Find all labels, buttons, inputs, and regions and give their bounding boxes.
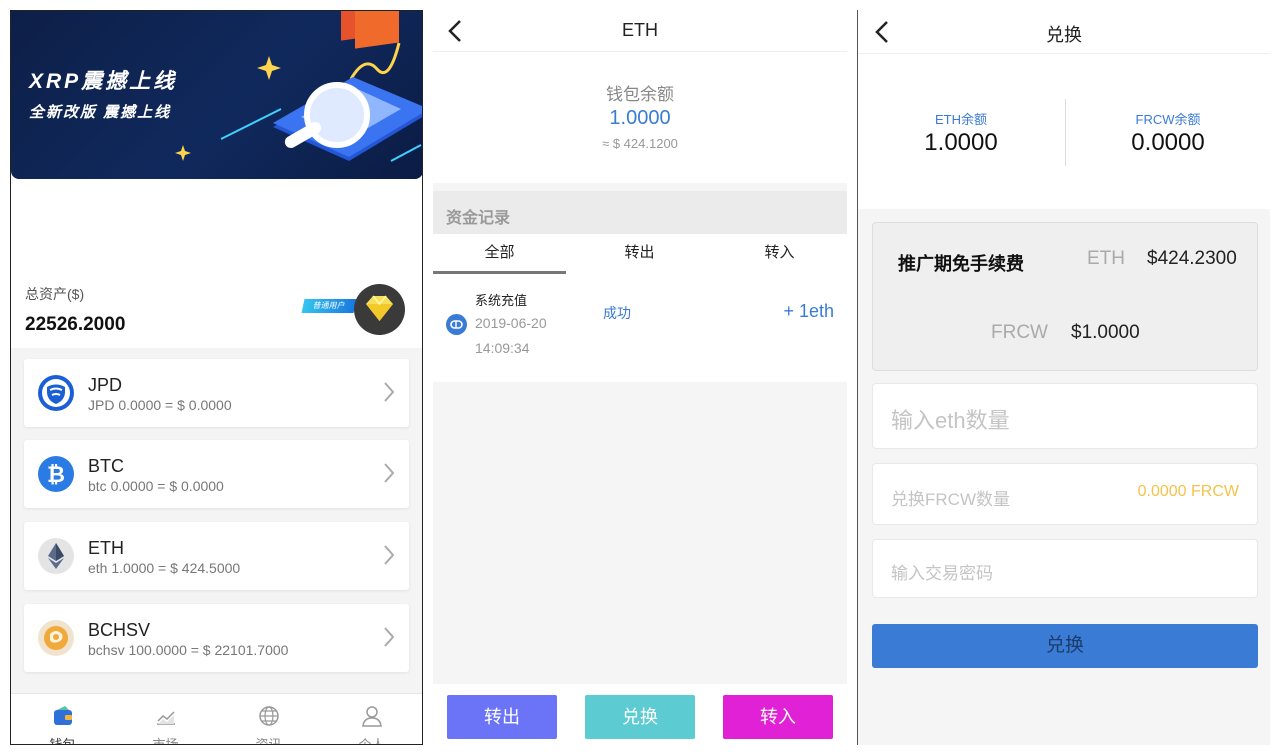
password-placeholder: 输入交易密码 — [891, 564, 993, 583]
total-assets-label: 总资产($) — [25, 286, 85, 302]
frcw-amount-field: 兑换FRCW数量 0.0000 FRCW — [872, 463, 1258, 525]
record-tabs: 全部 转出 转入 — [433, 234, 847, 274]
user-icon — [362, 706, 382, 727]
send-button[interactable]: 转出 — [447, 695, 557, 739]
tab-label: 资讯 — [255, 737, 282, 745]
exchange-screen: 兑换 ETH余额 1.0000 FRCW余额 0.0000 推广期免手续费 ET… — [857, 10, 1270, 745]
frcw-balance: FRCW余额 0.0000 — [1065, 109, 1270, 157]
exchange-submit-button[interactable]: 兑换 — [872, 624, 1258, 668]
chevron-right-icon — [384, 545, 395, 565]
record-amount: + 1eth — [783, 301, 834, 321]
coin-item-btc[interactable]: ₿ BTC btc 0.0000 = $ 0.0000 — [24, 440, 409, 508]
frcw-amount-label: 兑换FRCW数量 — [891, 490, 1010, 509]
tab-market[interactable]: 市场 — [114, 694, 217, 745]
record-date: 2019-06-20 — [475, 315, 547, 331]
eth-balance-label: ETH余额 — [934, 112, 987, 127]
tab-label: 钱包 — [49, 737, 76, 745]
tab-in[interactable]: 转入 — [713, 234, 846, 274]
deposit-icon — [446, 314, 467, 335]
header: ETH — [433, 10, 847, 52]
tab-out[interactable]: 转出 — [573, 234, 706, 274]
coin-name: BTC — [88, 456, 124, 476]
balance-value: 1.0000 — [609, 107, 671, 129]
chevron-right-icon — [384, 382, 395, 402]
coin-balance: btc 0.0000 = $ 0.0000 — [88, 478, 224, 494]
eth-price-label: ETH — [1087, 248, 1125, 269]
coin-balance: eth 1.0000 = $ 424.5000 — [88, 560, 241, 576]
records-header: 资金记录 — [433, 191, 847, 234]
coin-name: JPD — [88, 375, 123, 395]
bchsv-icon — [38, 620, 74, 656]
record-title: 系统充值 — [475, 293, 528, 308]
user-level-badge: 普通用户 — [301, 299, 357, 313]
bottom-tab-bar: 钱包 市场 资讯 个人 — [11, 693, 422, 745]
frcw-price-label: FRCW — [991, 322, 1048, 343]
tab-label: 市场 — [152, 737, 179, 745]
tab-news[interactable]: 资讯 — [217, 694, 320, 745]
coin-balance: JPD 0.0000 = $ 0.0000 — [88, 397, 232, 413]
exchange-button[interactable]: 兑换 — [585, 695, 695, 739]
coin-item-eth[interactable]: ETH eth 1.0000 = $ 424.5000 — [24, 522, 409, 590]
chevron-right-icon — [384, 463, 395, 483]
coin-item-jpd[interactable]: JPD JPD 0.0000 = $ 0.0000 — [24, 359, 409, 427]
wallet-screen: XRP震撼上线 全新改版 震撼上线 总资产($) 22526.2000 普通用户… — [10, 10, 423, 745]
frcw-balance-label: FRCW余额 — [1135, 112, 1201, 127]
coin-balance: bchsv 100.0000 = $ 22101.7000 — [88, 642, 289, 658]
banner-subtitle: 全新改版 震撼上线 — [29, 104, 172, 121]
eth-detail-screen: ETH 钱包余额 1.0000 ≈ $ 424.1200 资金记录 全部 转出 … — [433, 10, 847, 745]
frcw-amount-value: 0.0000 FRCW — [1137, 483, 1239, 500]
jpd-icon — [38, 375, 74, 411]
balance-summary: ETH余额 1.0000 FRCW余额 0.0000 — [858, 54, 1270, 209]
coin-list: JPD JPD 0.0000 = $ 0.0000 ₿ BTC btc 0.00… — [11, 348, 422, 693]
record-row[interactable]: 系统充值 2019-06-20 14:09:34 成功 + 1eth — [433, 274, 847, 382]
coin-name: ETH — [88, 538, 124, 558]
page-title: 兑换 — [1046, 25, 1082, 45]
eth-price-value: $424.2300 — [1147, 248, 1237, 269]
globe-icon — [259, 706, 279, 726]
eth-amount-placeholder: 输入eth数量 — [891, 408, 1010, 433]
chart-icon — [157, 711, 175, 725]
frcw-price-value: $1.0000 — [1071, 322, 1140, 343]
records-title: 资金记录 — [446, 210, 511, 227]
page-title: ETH — [622, 20, 658, 40]
action-bar: 转出 兑换 转入 — [433, 684, 847, 745]
tab-label: 个人 — [358, 737, 385, 745]
rate-card: 推广期免手续费 ETH $424.2300 FRCW $1.0000 — [872, 222, 1258, 371]
promo-banner[interactable]: XRP震撼上线 全新改版 震撼上线 — [11, 11, 422, 179]
svg-text:₿: ₿ — [47, 463, 65, 488]
tab-profile[interactable]: 个人 — [320, 694, 422, 745]
record-status: 成功 — [603, 305, 631, 321]
frcw-balance-value: 0.0000 — [1131, 129, 1205, 156]
receive-button[interactable]: 转入 — [723, 695, 833, 739]
password-input[interactable]: 输入交易密码 — [872, 539, 1258, 598]
wallet-balance-section: 钱包余额 1.0000 ≈ $ 424.1200 — [433, 52, 847, 183]
header: 兑换 — [858, 10, 1270, 54]
bitcoin-icon: ₿ — [38, 456, 74, 492]
total-assets-value: 22526.2000 — [25, 314, 126, 335]
promo-title: 推广期免手续费 — [898, 254, 1024, 274]
banner-title: XRP震撼上线 — [29, 70, 178, 93]
wallet-icon — [54, 706, 72, 725]
balance-label: 钱包余额 — [606, 85, 674, 104]
coin-name: BCHSV — [88, 620, 151, 640]
eth-balance-value: 1.0000 — [924, 129, 998, 156]
eth-balance: ETH余额 1.0000 — [858, 109, 1064, 157]
coin-item-bchsv[interactable]: BCHSV bchsv 100.0000 = $ 22101.7000 — [24, 604, 409, 672]
diamond-icon[interactable] — [354, 284, 405, 335]
ethereum-icon — [38, 538, 74, 574]
tab-all[interactable]: 全部 — [433, 234, 566, 274]
record-time: 14:09:34 — [475, 340, 530, 356]
tab-wallet[interactable]: 钱包 — [11, 694, 114, 745]
eth-amount-input[interactable]: 输入eth数量 — [872, 383, 1258, 449]
balance-usd: ≈ $ 424.1200 — [602, 136, 678, 151]
chevron-right-icon — [384, 627, 395, 647]
banner-art — [175, 11, 422, 162]
